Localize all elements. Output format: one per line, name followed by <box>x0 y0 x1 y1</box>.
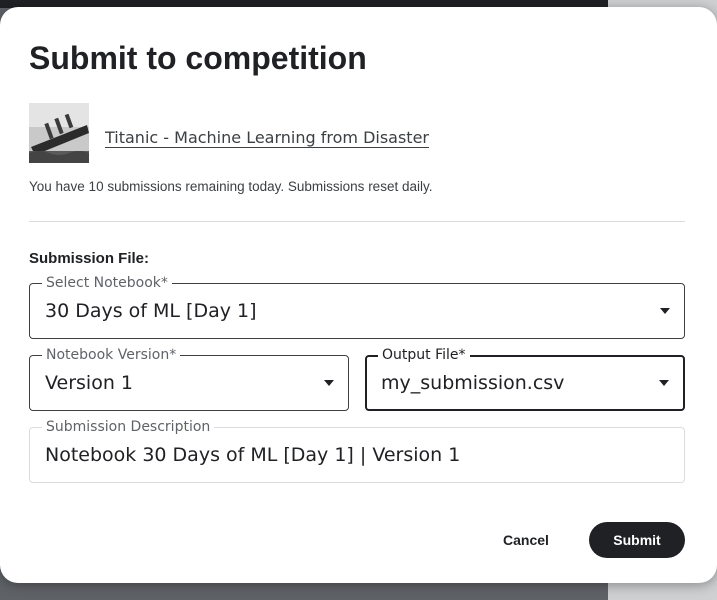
submit-dialog: Submit to competition Titanic - Machine … <box>0 7 717 583</box>
submission-description-label: Submission Description <box>42 419 215 435</box>
competition-link[interactable]: Titanic - Machine Learning from Disaster <box>105 128 429 147</box>
titanic-ship-image <box>29 103 89 163</box>
submission-description-field[interactable]: Submission Description Notebook 30 Days … <box>29 419 685 483</box>
submission-file-label: Submission File: <box>29 250 150 267</box>
output-file-value: my_submission.csv <box>381 372 565 394</box>
submissions-remaining-text: You have 10 submissions remaining today.… <box>29 179 433 194</box>
output-file-label: Output File* <box>378 347 470 363</box>
output-file-dropdown[interactable]: Output File* my_submission.csv <box>365 347 685 411</box>
submission-description-value[interactable]: Notebook 30 Days of ML [Day 1] | Version… <box>45 444 460 466</box>
select-notebook-value: 30 Days of ML [Day 1] <box>45 300 257 322</box>
select-notebook-label: Select Notebook* <box>42 275 172 291</box>
competition-thumbnail <box>29 103 89 163</box>
submit-button[interactable]: Submit <box>589 522 685 558</box>
notebook-version-value: Version 1 <box>45 372 133 394</box>
notebook-version-dropdown[interactable]: Notebook Version* Version 1 <box>29 347 349 411</box>
notebook-version-label: Notebook Version* <box>42 347 181 363</box>
caret-down-icon <box>324 380 334 386</box>
divider <box>29 221 685 222</box>
caret-down-icon <box>659 380 669 386</box>
backdrop-bottom <box>0 580 608 600</box>
cancel-button[interactable]: Cancel <box>490 522 562 558</box>
select-notebook-dropdown[interactable]: Select Notebook* 30 Days of ML [Day 1] <box>29 275 685 339</box>
caret-down-icon <box>660 308 670 314</box>
dialog-title: Submit to competition <box>29 40 367 76</box>
